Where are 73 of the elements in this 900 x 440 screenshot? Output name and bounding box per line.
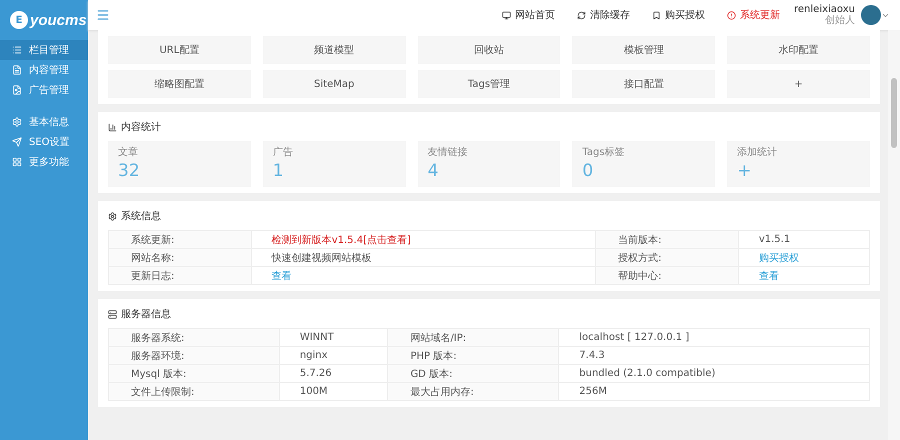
user-role: 创始人 xyxy=(825,15,855,26)
panel-title: 内容统计 xyxy=(121,120,161,134)
grid-icon xyxy=(12,157,22,167)
paper-plane-icon xyxy=(12,137,22,147)
table-label: 文件上传限制: xyxy=(108,382,280,400)
shortcut-link[interactable]: SiteMap xyxy=(262,70,406,98)
logo-mark: E xyxy=(10,11,28,29)
table-label: 网站域名/IP: xyxy=(388,328,559,346)
table-value: WINNT xyxy=(279,328,388,346)
table-label: 更新日志: xyxy=(108,266,252,284)
stat-label: 广告 xyxy=(272,146,294,159)
stat-value: 1 xyxy=(272,161,285,181)
stat-label: 文章 xyxy=(118,146,139,159)
table-label: Mysql 版本: xyxy=(108,364,280,382)
table-value: 256M xyxy=(558,382,870,400)
table-label: 最大占用内存: xyxy=(388,382,559,400)
table-value: v1.5.1 xyxy=(738,230,870,248)
shortcut-link[interactable]: 水印配置 xyxy=(727,36,870,64)
table-label: 授权方式: xyxy=(596,248,738,266)
stat-label: 添加统计 xyxy=(737,146,778,159)
table-value: 100M xyxy=(279,382,388,400)
gear-icon xyxy=(12,117,22,127)
shortcut-link[interactable]: 缩略图配置 xyxy=(108,70,251,98)
shortcut-link[interactable]: Tags管理 xyxy=(418,70,560,98)
top-link[interactable]: 清除缓存 xyxy=(577,8,630,22)
table-value: 7.4.3 xyxy=(558,346,870,364)
monitor-icon xyxy=(502,10,512,20)
table-label: 服务器系统: xyxy=(108,328,280,346)
table-label: 网站名称: xyxy=(108,248,252,266)
table-value: nginx xyxy=(279,346,388,364)
table-value: 快速创建视频网站模板 xyxy=(251,248,596,266)
stat-value: 4 xyxy=(428,161,440,181)
table-value: bundled (2.1.0 compatible) xyxy=(558,364,870,382)
shortcut-link[interactable]: URL配置 xyxy=(108,36,251,64)
stat-value: + xyxy=(737,161,752,181)
sidebar-item[interactable]: 栏目管理 xyxy=(0,40,88,60)
logo-text: youcms xyxy=(30,12,87,28)
refresh-icon xyxy=(577,10,586,20)
panel-title: 服务器信息 xyxy=(121,308,171,321)
table-value: localhost [ 127.0.0.1 ] xyxy=(558,328,870,346)
top-link[interactable]: 系统更新 xyxy=(727,8,780,22)
table-label: GD 版本: xyxy=(388,364,559,382)
table-value: 5.7.26 xyxy=(279,364,388,382)
image-file-icon xyxy=(12,85,22,95)
shortcut-link[interactable]: 模板管理 xyxy=(572,36,716,64)
shortcut-link[interactable]: 接口配置 xyxy=(572,70,716,98)
alert-icon xyxy=(727,10,736,20)
chart-icon xyxy=(108,122,117,132)
table-label: 当前版本: xyxy=(596,230,738,248)
bookmark-icon xyxy=(652,10,662,20)
avatar[interactable] xyxy=(861,5,881,25)
top-link[interactable]: 网站首页 xyxy=(502,8,556,22)
table-value[interactable]: 检测到新版本v1.5.4[点击查看] xyxy=(251,230,596,248)
list-icon xyxy=(12,45,22,55)
stat-value: 0 xyxy=(582,161,594,181)
table-label: PHP 版本: xyxy=(388,346,559,364)
top-link[interactable]: 购买授权 xyxy=(652,8,706,22)
table-label: 帮助中心: xyxy=(596,266,738,284)
stat-label: 友情链接 xyxy=(428,146,469,159)
shortcut-link[interactable]: 频道模型 xyxy=(262,36,406,64)
table-label: 系统更新: xyxy=(108,230,252,248)
table-label: 服务器环境: xyxy=(108,346,280,364)
scrollbar[interactable] xyxy=(888,30,900,440)
shortcut-link[interactable]: + xyxy=(727,70,870,98)
stat-value: 32 xyxy=(118,161,141,181)
document-icon xyxy=(12,65,22,75)
gear-icon xyxy=(108,212,117,220)
menu-icon[interactable] xyxy=(96,8,110,22)
shortcut-link[interactable]: 回收站 xyxy=(418,36,560,64)
server-icon xyxy=(108,310,117,318)
user-name: renleixiaoxu xyxy=(794,4,855,15)
panel-title: 系统信息 xyxy=(121,210,161,223)
stat-label: Tags标签 xyxy=(582,146,626,159)
